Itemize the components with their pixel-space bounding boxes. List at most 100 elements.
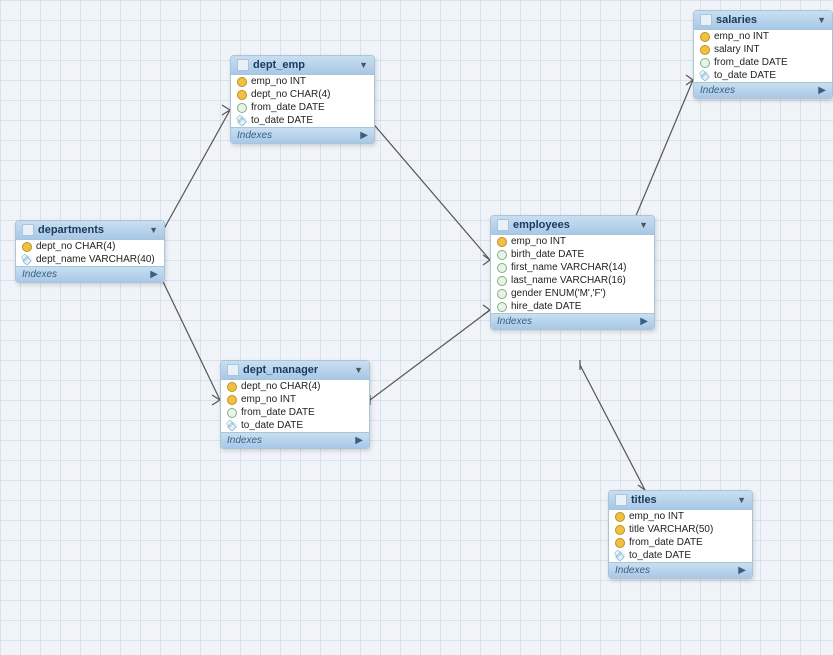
field-row: dept_no CHAR(4) xyxy=(221,380,369,393)
pk-icon xyxy=(497,237,507,247)
field-row: from_date DATE xyxy=(231,101,374,114)
indexes-bar[interactable]: Indexes ▶ xyxy=(609,562,752,578)
field-name: last_name VARCHAR(16) xyxy=(511,275,626,286)
field-row: from_date DATE xyxy=(694,56,832,69)
table-dept-manager-header[interactable]: dept_manager ▼ xyxy=(221,361,369,380)
pk-icon xyxy=(22,242,32,252)
field-row: ◇ to_date DATE xyxy=(609,549,752,562)
indexes-bar[interactable]: Indexes ▶ xyxy=(231,127,374,143)
fk-icon: ◇ xyxy=(227,421,237,431)
field-name: to_date DATE xyxy=(251,115,313,126)
field-row: emp_no INT xyxy=(231,75,374,88)
field-name: to_date DATE xyxy=(241,420,303,431)
field-row: dept_no CHAR(4) xyxy=(16,240,164,253)
regular-icon xyxy=(497,302,507,312)
indexes-arrow-icon: ▶ xyxy=(150,269,158,280)
field-name: dept_no CHAR(4) xyxy=(241,381,320,392)
pk-icon xyxy=(615,512,625,522)
field-row: title VARCHAR(50) xyxy=(609,523,752,536)
table-icon xyxy=(497,219,509,231)
field-row: ◇ to_date DATE xyxy=(694,69,832,82)
indexes-label: Indexes xyxy=(237,130,272,141)
pk-icon xyxy=(237,77,247,87)
field-name: to_date DATE xyxy=(714,70,776,81)
table-salaries: salaries ▼ emp_no INT salary INT from_da… xyxy=(693,10,833,99)
indexes-bar[interactable]: Indexes ▶ xyxy=(221,432,369,448)
field-row: from_date DATE xyxy=(609,536,752,549)
field-name: first_name VARCHAR(14) xyxy=(511,262,626,273)
field-row: emp_no INT xyxy=(609,510,752,523)
dropdown-icon[interactable]: ▼ xyxy=(817,15,826,25)
fk-icon: ◇ xyxy=(237,116,247,126)
field-name: gender ENUM('M','F') xyxy=(511,288,606,299)
indexes-label: Indexes xyxy=(22,269,57,280)
field-name: from_date DATE xyxy=(714,57,788,68)
table-employees: employees ▼ emp_no INT birth_date DATE f… xyxy=(490,215,655,330)
field-name: hire_date DATE xyxy=(511,301,581,312)
table-titles: titles ▼ emp_no INT title VARCHAR(50) fr… xyxy=(608,490,753,579)
table-icon xyxy=(227,364,239,376)
table-departments-title: departments xyxy=(38,224,145,236)
field-row: gender ENUM('M','F') xyxy=(491,287,654,300)
table-dept-manager: dept_manager ▼ dept_no CHAR(4) emp_no IN… xyxy=(220,360,370,449)
field-row: last_name VARCHAR(16) xyxy=(491,274,654,287)
table-salaries-header[interactable]: salaries ▼ xyxy=(694,11,832,30)
field-row: dept_no CHAR(4) xyxy=(231,88,374,101)
field-name: from_date DATE xyxy=(251,102,325,113)
indexes-arrow-icon: ▶ xyxy=(360,130,368,141)
indexes-bar[interactable]: Indexes ▶ xyxy=(491,313,654,329)
field-name: emp_no INT xyxy=(241,394,296,405)
indexes-arrow-icon: ▶ xyxy=(355,435,363,446)
indexes-bar[interactable]: Indexes ▶ xyxy=(16,266,164,282)
dropdown-icon[interactable]: ▼ xyxy=(639,220,648,230)
field-row: emp_no INT xyxy=(221,393,369,406)
fk-icon: ◇ xyxy=(22,255,32,265)
field-row: emp_no INT xyxy=(694,30,832,43)
dropdown-icon[interactable]: ▼ xyxy=(149,225,158,235)
fk-icon: ◇ xyxy=(615,551,625,561)
table-icon xyxy=(700,14,712,26)
field-row: ◇ to_date DATE xyxy=(221,419,369,432)
field-name: emp_no INT xyxy=(511,236,566,247)
table-dept-emp-title: dept_emp xyxy=(253,59,355,71)
indexes-label: Indexes xyxy=(227,435,262,446)
field-name: to_date DATE xyxy=(629,550,691,561)
table-titles-header[interactable]: titles ▼ xyxy=(609,491,752,510)
field-row: salary INT xyxy=(694,43,832,56)
field-name: from_date DATE xyxy=(629,537,703,548)
field-row: ◇ dept_name VARCHAR(40) xyxy=(16,253,164,266)
field-name: dept_no CHAR(4) xyxy=(251,89,330,100)
regular-icon xyxy=(700,58,710,68)
table-icon xyxy=(22,224,34,236)
field-row: first_name VARCHAR(14) xyxy=(491,261,654,274)
field-row: emp_no INT xyxy=(491,235,654,248)
field-row: ◇ to_date DATE xyxy=(231,114,374,127)
dropdown-icon[interactable]: ▼ xyxy=(354,365,363,375)
table-titles-title: titles xyxy=(631,494,733,506)
pk-icon xyxy=(615,538,625,548)
field-row: hire_date DATE xyxy=(491,300,654,313)
table-departments-header[interactable]: departments ▼ xyxy=(16,221,164,240)
indexes-bar[interactable]: Indexes ▶ xyxy=(694,82,832,98)
pk-icon xyxy=(227,395,237,405)
dropdown-icon[interactable]: ▼ xyxy=(359,60,368,70)
indexes-arrow-icon: ▶ xyxy=(640,316,648,327)
indexes-label: Indexes xyxy=(497,316,532,327)
dropdown-icon[interactable]: ▼ xyxy=(737,495,746,505)
indexes-arrow-icon: ▶ xyxy=(738,565,746,576)
regular-icon xyxy=(497,289,507,299)
table-employees-header[interactable]: employees ▼ xyxy=(491,216,654,235)
field-row: birth_date DATE xyxy=(491,248,654,261)
field-name: emp_no INT xyxy=(714,31,769,42)
field-name: birth_date DATE xyxy=(511,249,584,260)
field-row: from_date DATE xyxy=(221,406,369,419)
table-icon xyxy=(237,59,249,71)
table-dept-emp-header[interactable]: dept_emp ▼ xyxy=(231,56,374,75)
pk-icon xyxy=(237,90,247,100)
indexes-label: Indexes xyxy=(615,565,650,576)
table-dept-manager-title: dept_manager xyxy=(243,364,350,376)
field-name: dept_no CHAR(4) xyxy=(36,241,115,252)
table-icon xyxy=(615,494,627,506)
table-salaries-title: salaries xyxy=(716,14,813,26)
pk-icon xyxy=(227,382,237,392)
